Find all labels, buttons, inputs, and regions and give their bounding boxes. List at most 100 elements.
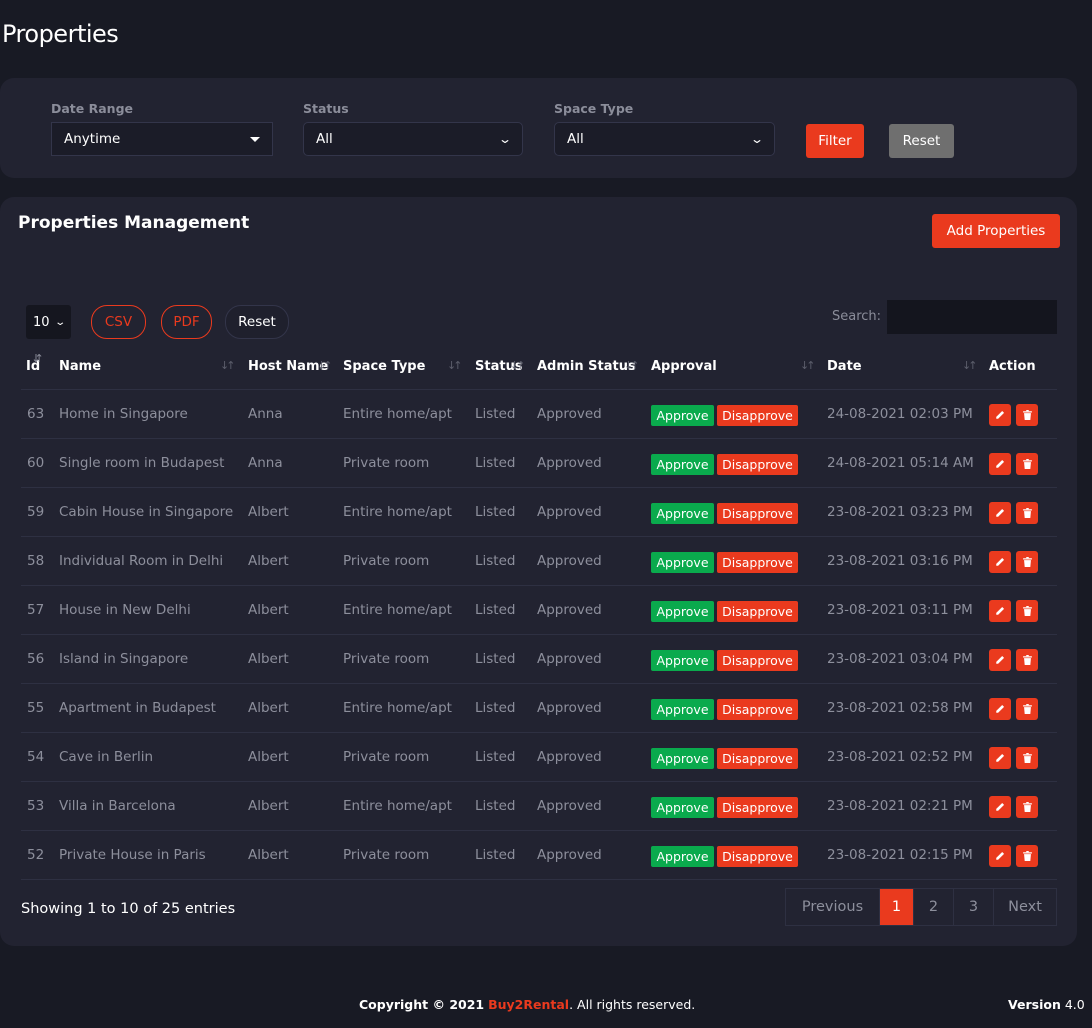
pagination-page-2[interactable]: 2 — [914, 889, 954, 925]
approve-button[interactable]: Approve — [651, 503, 714, 524]
approve-button[interactable]: Approve — [651, 846, 714, 867]
sort-icon: ↓↑ — [962, 359, 978, 372]
cell-name: Private House in Paris — [59, 847, 206, 863]
edit-button[interactable] — [989, 502, 1011, 524]
copyright-prefix: Copyright © 2021 — [359, 997, 485, 1012]
version: Version 4.0 — [1008, 997, 1085, 1012]
trash-icon — [1022, 606, 1032, 616]
table-reset-button[interactable]: Reset — [225, 305, 289, 339]
filter-reset-button[interactable]: Reset — [889, 124, 954, 158]
cell-status: Listed — [475, 504, 516, 520]
cell-host-name: Albert — [248, 700, 289, 716]
edit-button[interactable] — [989, 600, 1011, 622]
page-length-select[interactable]: 10 ⌄ — [26, 305, 71, 339]
disapprove-button[interactable]: Disapprove — [717, 846, 798, 867]
edit-button[interactable] — [989, 845, 1011, 867]
cell-id: 58 — [27, 553, 45, 569]
column-header-admin-status[interactable]: Admin Status — [537, 359, 636, 374]
pencil-icon — [995, 606, 1005, 616]
edit-button[interactable] — [989, 404, 1011, 426]
status-select[interactable]: All ⌄ — [303, 122, 523, 156]
date-range-select[interactable]: Anytime — [51, 122, 273, 156]
delete-button[interactable] — [1016, 845, 1038, 867]
copyright: Copyright © 2021 Buy2Rental. All rights … — [359, 997, 695, 1012]
edit-button[interactable] — [989, 796, 1011, 818]
delete-button[interactable] — [1016, 796, 1038, 818]
cell-name: Individual Room in Delhi — [59, 553, 224, 569]
edit-button[interactable] — [989, 698, 1011, 720]
csv-export-button[interactable]: CSV — [91, 305, 146, 339]
cell-space-type: Private room — [343, 651, 430, 667]
delete-button[interactable] — [1016, 502, 1038, 524]
cell-host-name: Albert — [248, 602, 289, 618]
table-row: 54 Cave in Berlin Albert Private room Li… — [21, 733, 1057, 782]
edit-button[interactable] — [989, 649, 1011, 671]
disapprove-button[interactable]: Disapprove — [717, 552, 798, 573]
cell-date: 23-08-2021 03:11 PM — [827, 602, 973, 618]
pencil-icon — [995, 410, 1005, 420]
cell-admin-status: Approved — [537, 406, 602, 422]
delete-button[interactable] — [1016, 649, 1038, 671]
space-type-value: All — [567, 131, 584, 147]
edit-button[interactable] — [989, 747, 1011, 769]
cell-host-name: Albert — [248, 749, 289, 765]
approve-button[interactable]: Approve — [651, 601, 714, 622]
sort-icon: ↓↑ — [800, 359, 816, 372]
approve-button[interactable]: Approve — [651, 552, 714, 573]
delete-button[interactable] — [1016, 698, 1038, 720]
disapprove-button[interactable]: Disapprove — [717, 699, 798, 720]
pencil-icon — [995, 557, 1005, 567]
pencil-icon — [995, 851, 1005, 861]
edit-button[interactable] — [989, 551, 1011, 573]
disapprove-button[interactable]: Disapprove — [717, 601, 798, 622]
delete-button[interactable] — [1016, 600, 1038, 622]
filter-button[interactable]: Filter — [806, 124, 864, 158]
delete-button[interactable] — [1016, 453, 1038, 475]
cell-admin-status: Approved — [537, 651, 602, 667]
pagination-page-3[interactable]: 3 — [954, 889, 994, 925]
column-header-space-type[interactable]: Space Type — [343, 359, 425, 374]
cell-host-name: Albert — [248, 553, 289, 569]
cell-status: Listed — [475, 553, 516, 569]
search-input[interactable] — [887, 300, 1057, 334]
approve-button[interactable]: Approve — [651, 454, 714, 475]
cell-space-type: Entire home/apt — [343, 798, 452, 814]
column-header-approval[interactable]: Approval — [651, 359, 717, 374]
space-type-select[interactable]: All ⌄ — [554, 122, 775, 156]
date-range-group: Date Range Anytime — [51, 101, 273, 156]
disapprove-button[interactable]: Disapprove — [717, 748, 798, 769]
edit-button[interactable] — [989, 453, 1011, 475]
approve-button[interactable]: Approve — [651, 650, 714, 671]
disapprove-button[interactable]: Disapprove — [717, 650, 798, 671]
disapprove-button[interactable]: Disapprove — [717, 454, 798, 475]
properties-management-panel: Properties Management Add Properties 10 … — [0, 197, 1077, 946]
pdf-export-button[interactable]: PDF — [161, 305, 212, 339]
approve-button[interactable]: Approve — [651, 405, 714, 426]
approve-button[interactable]: Approve — [651, 699, 714, 720]
pencil-icon — [995, 802, 1005, 812]
delete-button[interactable] — [1016, 747, 1038, 769]
brand-link[interactable]: Buy2Rental — [488, 997, 569, 1012]
table-header: Id ⇵ Name ↓↑ Host Name ↓↑ Space Type ↓↑ … — [21, 352, 1057, 390]
delete-button[interactable] — [1016, 551, 1038, 573]
disapprove-button[interactable]: Disapprove — [717, 503, 798, 524]
approve-button[interactable]: Approve — [651, 748, 714, 769]
add-properties-button[interactable]: Add Properties — [932, 214, 1060, 248]
pagination-page-1[interactable]: 1 — [880, 889, 914, 925]
delete-button[interactable] — [1016, 404, 1038, 426]
cell-name: Cabin House in Singapore — [59, 504, 234, 520]
approve-button[interactable]: Approve — [651, 797, 714, 818]
disapprove-button[interactable]: Disapprove — [717, 797, 798, 818]
cell-date: 23-08-2021 03:04 PM — [827, 651, 973, 667]
pagination-previous[interactable]: Previous — [786, 889, 880, 925]
chevron-down-icon: ⌄ — [749, 132, 765, 146]
cell-host-name: Albert — [248, 798, 289, 814]
cell-status: Listed — [475, 700, 516, 716]
disapprove-button[interactable]: Disapprove — [717, 405, 798, 426]
column-header-name[interactable]: Name — [59, 359, 101, 374]
column-header-date[interactable]: Date — [827, 359, 862, 374]
version-number: 4.0 — [1064, 997, 1085, 1012]
pencil-icon — [995, 704, 1005, 714]
trash-icon — [1022, 508, 1032, 518]
pagination-next[interactable]: Next — [994, 889, 1056, 925]
